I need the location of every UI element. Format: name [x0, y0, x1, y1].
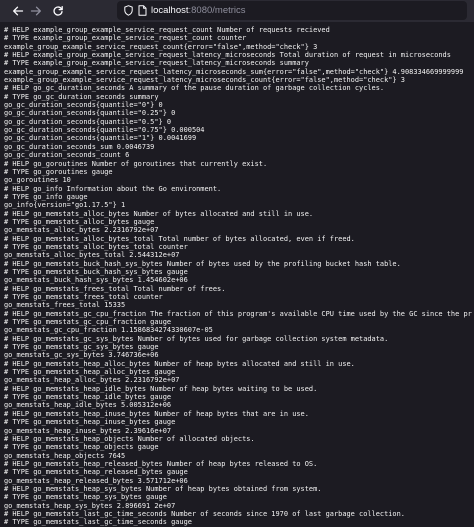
metrics-line: # HELP go_memstats_heap_objects Number o… [4, 434, 255, 443]
metrics-line: # HELP go_memstats_frees_total Total num… [4, 284, 226, 293]
metrics-line: go_memstats_gc_cpu_fraction 1.1586834274… [4, 326, 213, 335]
metrics-line: # TYPE go_memstats_heap_inuse_bytes gaug… [4, 418, 176, 427]
back-button[interactable] [10, 3, 26, 19]
address-bar[interactable]: localhost:8080/metrics [117, 1, 467, 20]
metrics-line: # HELP go_memstats_alloc_bytes Number of… [4, 209, 314, 218]
metrics-line: go_goroutines 10 [4, 176, 71, 185]
metrics-line: go_memstats_heap_idle_bytes 5.005312e+06 [4, 401, 172, 410]
metrics-line: # HELP go_memstats_gc_sys_bytes Number o… [4, 334, 389, 343]
metrics-line: # TYPE go_info gauge [4, 192, 88, 201]
metrics-line: go_gc_duration_seconds{quantile="0.25"} … [4, 109, 176, 118]
metrics-line: example_group_example_service_request_la… [4, 67, 464, 76]
metrics-line: go_memstats_buck_hash_sys_bytes 1.454602… [4, 276, 188, 285]
metrics-line: # HELP go_goroutines Number of goroutine… [4, 159, 268, 168]
metrics-line: go_memstats_gc_sys_bytes 3.746736e+06 [4, 351, 159, 360]
metrics-line: # TYPE go_memstats_last_gc_time_seconds … [4, 518, 192, 526]
metrics-line: go_memstats_heap_inuse_bytes 2.39616e+07 [4, 426, 172, 435]
metrics-line: # HELP go_memstats_last_gc_time_seconds … [4, 509, 405, 518]
metrics-line: go_memstats_alloc_bytes 2.2316792e+07 [4, 226, 159, 235]
url-text[interactable]: localhost:8080/metrics [151, 4, 246, 17]
url-host: localhost [151, 5, 189, 16]
metrics-line: # TYPE go_memstats_buck_hash_sys_bytes g… [4, 267, 188, 276]
metrics-line: # HELP go_gc_duration_seconds A summary … [4, 84, 385, 93]
metrics-line: # HELP go_memstats_heap_released_bytes N… [4, 459, 318, 468]
metrics-line: go_gc_duration_seconds{quantile="1"} 0.0… [4, 134, 197, 143]
forward-button[interactable] [28, 3, 44, 19]
metrics-line: go_memstats_heap_alloc_bytes 2.2316792e+… [4, 376, 180, 385]
metrics-line: # HELP go_memstats_heap_sys_bytes Number… [4, 484, 322, 493]
metrics-line: # HELP go_memstats_heap_alloc_bytes Numb… [4, 359, 355, 368]
metrics-line: # HELP go_memstats_heap_idle_bytes Numbe… [4, 384, 318, 393]
metrics-line: # TYPE go_gc_duration_seconds summary [4, 92, 159, 101]
metrics-line: # TYPE go_memstats_heap_objects gauge [4, 443, 159, 452]
metrics-line: go_gc_duration_seconds{quantile="0.5"} 0 [4, 117, 172, 126]
metrics-line: # TYPE go_memstats_gc_sys_bytes gauge [4, 343, 159, 352]
metrics-line: go_memstats_frees_total 15335 [4, 301, 126, 310]
metrics-line: # TYPE go_memstats_heap_alloc_bytes gaug… [4, 368, 176, 377]
metrics-line: # HELP go_memstats_heap_inuse_bytes Numb… [4, 409, 309, 418]
metrics-line: go_gc_duration_seconds{quantile="0.75"} … [4, 126, 205, 135]
reload-icon [53, 5, 63, 16]
metrics-line: go_memstats_heap_objects 7645 [4, 451, 126, 460]
metrics-line: # HELP go_info Information about the Go … [4, 184, 222, 193]
metrics-line: # TYPE go_memstats_heap_released_bytes g… [4, 468, 188, 477]
page-icon[interactable] [138, 5, 147, 16]
metrics-line: # TYPE go_memstats_heap_idle_bytes gauge [4, 393, 172, 402]
metrics-line: # HELP go_memstats_alloc_bytes_total Tot… [4, 234, 355, 243]
metrics-line: # HELP example_group_example_service_req… [4, 26, 330, 34]
back-arrow-icon [13, 6, 24, 16]
metrics-line: # TYPE example_group_example_service_req… [4, 59, 309, 68]
metrics-line: # TYPE go_memstats_frees_total counter [4, 293, 163, 301]
metrics-line: # HELP example_group_example_service_req… [4, 51, 451, 60]
metrics-line: # TYPE go_memstats_alloc_bytes_total cou… [4, 242, 188, 251]
metrics-line: # TYPE example_group_example_service_req… [4, 34, 247, 43]
metrics-line: go_info{version="go1.17.5"} 1 [4, 201, 126, 210]
metrics-line: go_memstats_alloc_bytes_total 2.544312e+… [4, 251, 180, 260]
metrics-line: example_group_example_service_request_la… [4, 76, 405, 85]
metrics-line: go_gc_duration_seconds_count 6 [4, 151, 130, 160]
metrics-text-body: # HELP example_group_example_service_req… [4, 26, 472, 526]
metrics-line: go_memstats_heap_released_bytes 3.571712… [4, 476, 188, 485]
metrics-line: go_gc_duration_seconds{quantile="0"} 0 [4, 101, 163, 110]
metrics-line: go_memstats_heap_sys_bytes 2.896691 2e+0… [4, 501, 176, 510]
metrics-line: # HELP go_memstats_gc_cpu_fraction The f… [4, 309, 472, 318]
metrics-line: # TYPE go_memstats_alloc_bytes gauge [4, 217, 155, 226]
metrics-line: # TYPE go_memstats_gc_cpu_fraction gauge [4, 318, 172, 327]
browser-toolbar: localhost:8080/metrics [0, 0, 474, 22]
metrics-line: go_gc_duration_seconds_sum 0.0046739 [4, 142, 155, 151]
url-path: :8080/metrics [188, 5, 246, 16]
forward-arrow-icon [30, 6, 41, 16]
shield-icon[interactable] [124, 5, 133, 16]
metrics-line: # TYPE go_goroutines gauge [4, 167, 113, 176]
metrics-line: # TYPE go_memstats_heap_sys_bytes gauge [4, 493, 167, 502]
metrics-line: example_group_example_service_request_co… [4, 42, 318, 51]
metrics-line: # HELP go_memstats_buck_hash_sys_bytes N… [4, 259, 401, 268]
reload-button[interactable] [50, 3, 66, 19]
